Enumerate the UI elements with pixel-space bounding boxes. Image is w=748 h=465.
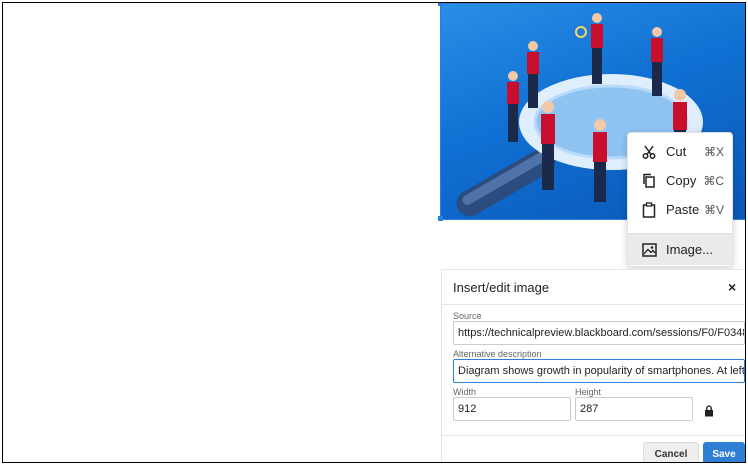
menu-item-label: Image... [666, 242, 713, 257]
menu-item-shortcut: ⌘C [703, 173, 724, 188]
selection-left [440, 3, 441, 220]
menu-item-label: Copy [666, 173, 697, 188]
insert-image-dialog: Insert/edit image × Source https://techn… [441, 269, 745, 462]
close-icon[interactable]: × [728, 279, 736, 295]
image-icon [636, 242, 662, 257]
resize-handle-bottom-left[interactable] [438, 216, 443, 221]
height-input[interactable]: 287 [575, 397, 693, 421]
menu-item-image[interactable]: Image... [628, 234, 732, 265]
source-input[interactable]: https://technicalpreview.blackboard.com/… [453, 321, 745, 345]
menu-item-shortcut: ⌘V [703, 202, 724, 217]
height-label: Height [575, 387, 602, 397]
paste-icon [636, 201, 662, 218]
source-label: Source [453, 311, 482, 321]
menu-item-cut[interactable]: Cut ⌘X [628, 137, 732, 166]
save-button[interactable]: Save [703, 442, 745, 462]
cancel-button[interactable]: Cancel [643, 442, 699, 462]
width-input[interactable]: 912 [453, 397, 571, 421]
width-label: Width [453, 387, 477, 397]
copy-icon [636, 173, 662, 188]
menu-item-paste[interactable]: Paste ⌘V [628, 195, 732, 224]
menu-item-shortcut: ⌘X [703, 144, 724, 159]
resize-handle-top-left[interactable] [438, 3, 443, 6]
scissors-icon [636, 145, 662, 159]
context-menu: Cut ⌘X Copy ⌘C Paste ⌘V Image... [627, 132, 733, 267]
editor-canvas[interactable]: Cut ⌘X Copy ⌘C Paste ⌘V Image... Insert/… [2, 2, 746, 463]
menu-item-label: Cut [666, 144, 687, 159]
alt-description-input[interactable]: Diagram shows growth in popularity of sm… [453, 359, 745, 383]
menu-item-label: Paste [666, 202, 700, 217]
selection-top [440, 3, 745, 4]
lock-icon[interactable] [704, 404, 714, 422]
alt-description-label: Alternative description [453, 349, 542, 359]
menu-item-copy[interactable]: Copy ⌘C [628, 166, 732, 195]
dialog-header-divider [442, 304, 745, 305]
dialog-title: Insert/edit image [453, 280, 550, 295]
dialog-footer-divider [442, 435, 745, 436]
